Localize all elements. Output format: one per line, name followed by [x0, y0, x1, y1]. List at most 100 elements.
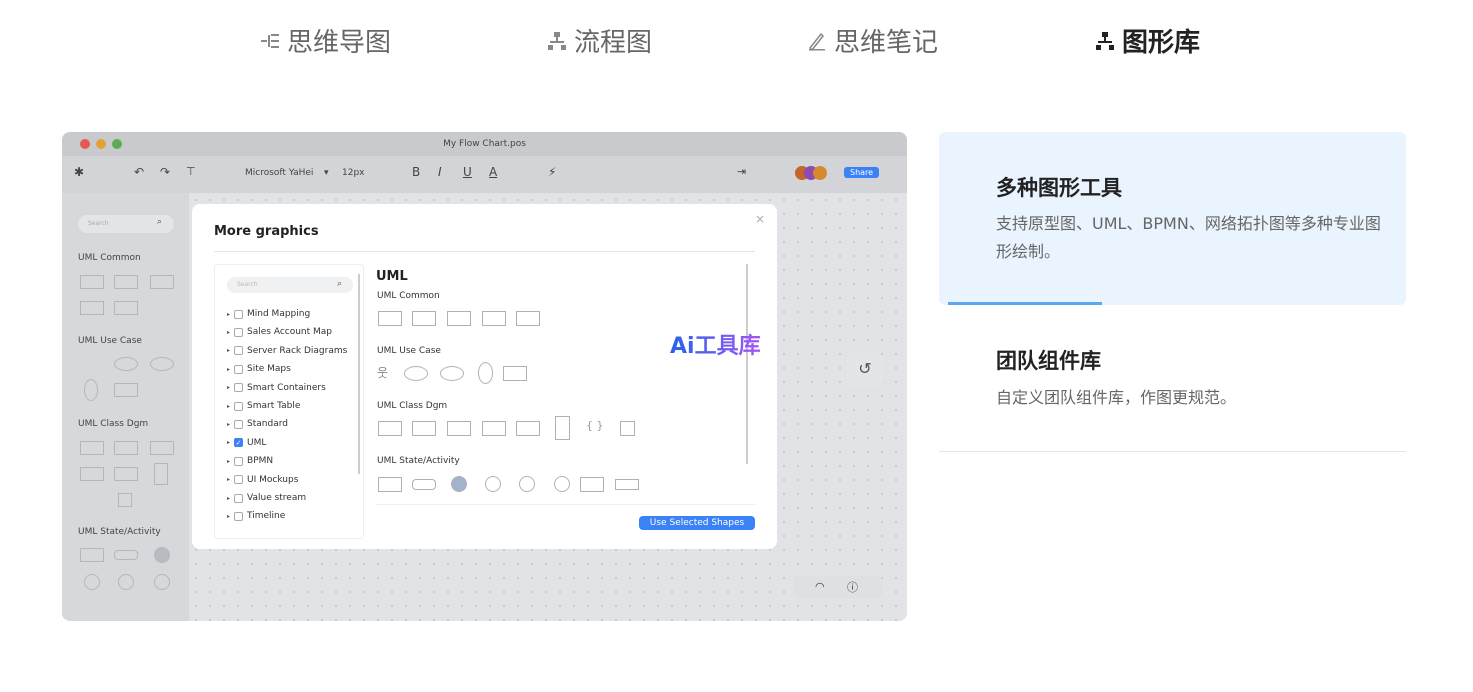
category-checkbox[interactable]: [234, 401, 244, 411]
shape-tile[interactable]: [378, 421, 402, 436]
shape-tile[interactable]: [620, 421, 635, 436]
sidebar-section-uml-common[interactable]: UML Common: [78, 253, 141, 263]
shape[interactable]: [114, 357, 138, 371]
shape-tile[interactable]: [447, 311, 471, 326]
category-item[interactable]: ▸ UI Mockups: [227, 475, 298, 485]
chevron-right-icon[interactable]: ▸: [227, 311, 230, 318]
shape[interactable]: [114, 383, 138, 397]
feature-card-shape-tools[interactable]: 多种图形工具 支持原型图、UML、BPMN、网络拓扑图等多种专业图形绘制。: [939, 132, 1406, 305]
headset-icon[interactable]: ◠: [815, 580, 825, 593]
tab-mindmap[interactable]: 思维导图: [259, 22, 391, 59]
sidebar-section-uml-state[interactable]: UML State/Activity: [78, 527, 161, 537]
category-item[interactable]: ▸ Value stream: [227, 493, 306, 503]
chevron-right-icon[interactable]: ▸: [227, 476, 230, 483]
close-icon[interactable]: ×: [755, 212, 765, 226]
undo-icon[interactable]: ↶: [134, 165, 144, 179]
font-color-button[interactable]: A: [489, 165, 497, 179]
actor-icon[interactable]: 웃: [377, 364, 388, 381]
underline-button[interactable]: U: [463, 165, 472, 179]
font-select[interactable]: Microsoft YaHei: [245, 168, 313, 178]
shape-tile[interactable]: [485, 476, 501, 492]
shape[interactable]: [154, 574, 170, 590]
shape-tile[interactable]: [615, 479, 639, 490]
category-checkbox[interactable]: [234, 383, 244, 393]
shape[interactable]: [80, 441, 104, 455]
shape[interactable]: [118, 493, 132, 507]
wand-icon[interactable]: ⚡: [548, 165, 556, 179]
scrollbar[interactable]: [746, 264, 748, 464]
shape[interactable]: [114, 275, 138, 289]
shape-tile[interactable]: [412, 311, 436, 326]
category-checkbox[interactable]: [234, 475, 244, 485]
shape[interactable]: [114, 467, 138, 481]
category-checkbox[interactable]: [234, 309, 244, 319]
shape[interactable]: [154, 547, 170, 563]
shape[interactable]: [150, 357, 174, 371]
shape[interactable]: [80, 467, 104, 481]
shape[interactable]: [84, 379, 98, 401]
shape-tile[interactable]: [404, 366, 428, 381]
zoom-dot[interactable]: [112, 139, 122, 149]
shape-tile[interactable]: [555, 416, 570, 440]
category-checkbox[interactable]: [234, 346, 244, 356]
search-icon[interactable]: ⌕: [337, 279, 342, 289]
shape-tile[interactable]: [412, 479, 436, 490]
shape-tile[interactable]: [519, 476, 535, 492]
use-selected-shapes-button[interactable]: Use Selected Shapes: [639, 516, 755, 530]
category-checkbox[interactable]: [234, 419, 244, 429]
shape-tile[interactable]: [554, 476, 570, 492]
chevron-right-icon[interactable]: ▸: [227, 513, 230, 520]
chevron-right-icon[interactable]: ▸: [227, 421, 230, 428]
category-item[interactable]: ▸ Server Rack Diagrams: [227, 346, 347, 356]
feedback-icon[interactable]: ⓘ: [847, 579, 858, 595]
category-item[interactable]: ▸ BPMN: [227, 456, 273, 466]
category-search-input[interactable]: Search: [227, 277, 353, 293]
shape[interactable]: [114, 301, 138, 315]
bold-button[interactable]: B: [412, 165, 420, 179]
shape-tile[interactable]: [447, 421, 471, 436]
minimize-dot[interactable]: [96, 139, 106, 149]
category-item[interactable]: ▸ Timeline: [227, 511, 285, 521]
category-checkbox[interactable]: [234, 511, 244, 521]
history-button[interactable]: ↺: [847, 351, 883, 387]
shape-tile[interactable]: [451, 476, 467, 492]
shape-tile[interactable]: [412, 421, 436, 436]
shape-tile[interactable]: [378, 477, 402, 492]
shape[interactable]: [150, 275, 174, 289]
sidebar-section-uml-use-case[interactable]: UML Use Case: [78, 336, 142, 346]
feature-card-team-library[interactable]: 团队组件库 自定义团队组件库，作图更规范。: [939, 305, 1406, 451]
font-size-select[interactable]: 12px: [342, 168, 365, 178]
shape[interactable]: [150, 441, 174, 455]
format-painter-icon[interactable]: ⊤: [186, 165, 196, 178]
search-icon[interactable]: ⌕: [157, 217, 162, 227]
shape-tile[interactable]: [378, 311, 402, 326]
tab-shape-library[interactable]: 图形库: [1094, 22, 1200, 59]
scrollbar[interactable]: [358, 274, 360, 474]
chevron-right-icon[interactable]: ▸: [227, 439, 230, 446]
shape-tile[interactable]: [580, 477, 604, 492]
category-item[interactable]: ▸ Standard: [227, 419, 288, 429]
category-item[interactable]: ▸ Site Maps: [227, 364, 291, 374]
shape-tile[interactable]: [503, 366, 527, 381]
category-checkbox[interactable]: [234, 364, 244, 374]
category-checkbox[interactable]: [234, 327, 244, 337]
category-item[interactable]: ▸ Sales Account Map: [227, 327, 332, 337]
shape[interactable]: [114, 550, 138, 560]
shape-tile[interactable]: [482, 311, 506, 326]
chevron-right-icon[interactable]: ▸: [227, 329, 230, 336]
category-item[interactable]: ▸ Smart Containers: [227, 383, 326, 393]
shape-tile[interactable]: [478, 362, 493, 384]
category-item[interactable]: ▸ Smart Table: [227, 401, 300, 411]
bracket-icon[interactable]: { }: [586, 419, 604, 432]
shape[interactable]: [118, 574, 134, 590]
shape-tile[interactable]: [482, 421, 506, 436]
chevron-right-icon[interactable]: ▸: [227, 347, 230, 354]
italic-button[interactable]: I: [438, 165, 442, 179]
redo-icon[interactable]: ↷: [160, 165, 170, 179]
close-dot[interactable]: [80, 139, 90, 149]
share-button[interactable]: Share: [844, 167, 880, 178]
category-checkbox[interactable]: [234, 456, 244, 466]
shape-tile[interactable]: [516, 311, 540, 326]
chevron-right-icon[interactable]: ▸: [227, 384, 230, 391]
chevron-right-icon[interactable]: ▸: [227, 403, 230, 410]
